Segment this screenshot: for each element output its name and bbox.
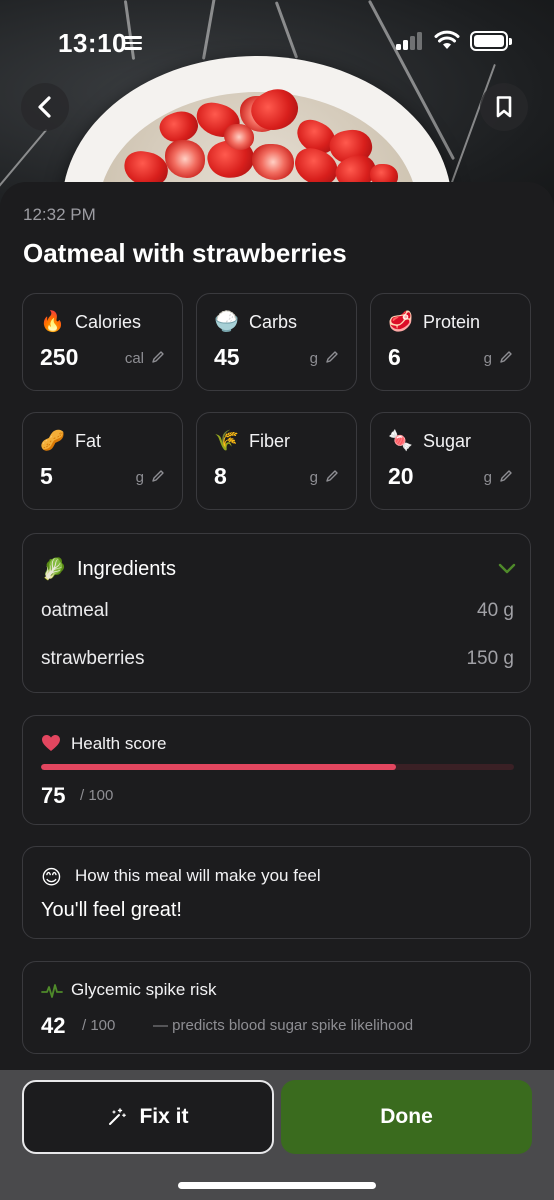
ingredient-row[interactable]: strawberries 150 g bbox=[41, 648, 514, 670]
fire-icon: 🔥 bbox=[40, 311, 65, 333]
bookmark-button[interactable] bbox=[480, 83, 528, 131]
focus-menu-icon bbox=[124, 36, 142, 50]
meal-title: Oatmeal with strawberries bbox=[23, 238, 347, 268]
health-score-card: Health score 75 / 100 bbox=[22, 715, 531, 825]
fat-card[interactable]: 🥜 Fat 5 g bbox=[22, 412, 183, 510]
nutrient-label: Carbs bbox=[249, 312, 298, 332]
nutrient-value: 20 bbox=[388, 463, 414, 489]
calories-card[interactable]: 🔥 Calories 250 cal bbox=[22, 293, 183, 391]
ingredients-card: 🥬 Ingredients oatmeal 40 g strawberries … bbox=[22, 533, 531, 693]
peanut-icon: 🥜 bbox=[40, 430, 65, 452]
done-button[interactable]: Done bbox=[281, 1080, 532, 1154]
chevron-left-icon bbox=[38, 96, 51, 118]
pulse-icon bbox=[41, 984, 63, 998]
pencil-icon[interactable] bbox=[325, 469, 339, 483]
rice-icon: 🍚 bbox=[214, 311, 239, 333]
nutrient-value: 45 bbox=[214, 344, 240, 370]
nutrient-unit: g bbox=[309, 469, 318, 486]
smiling-face-icon: 😊 bbox=[41, 867, 62, 889]
nutrient-label: Fat bbox=[75, 431, 102, 451]
carbs-card[interactable]: 🍚 Carbs 45 g bbox=[196, 293, 357, 391]
nutrient-value: 6 bbox=[388, 344, 401, 370]
pencil-icon[interactable] bbox=[151, 469, 165, 483]
protein-card[interactable]: 🥩 Protein 6 g bbox=[370, 293, 531, 391]
status-bar: 13:10 bbox=[0, 0, 554, 84]
battery-icon bbox=[470, 31, 512, 51]
nutrient-value: 250 bbox=[40, 344, 79, 370]
pencil-icon[interactable] bbox=[499, 469, 513, 483]
health-score-bar-fill bbox=[41, 764, 396, 770]
meal-time: 12:32 PM bbox=[23, 205, 96, 224]
nutrient-label: Fiber bbox=[249, 431, 291, 451]
ingredients-title: Ingredients bbox=[77, 558, 176, 580]
status-time: 13:10 bbox=[58, 28, 127, 58]
nutrient-unit: g bbox=[135, 469, 144, 486]
back-button[interactable] bbox=[21, 83, 69, 131]
glycemic-description: — predicts blood sugar spike likelihood bbox=[153, 1017, 414, 1034]
home-indicator[interactable] bbox=[178, 1182, 376, 1189]
cellular-signal-icon bbox=[396, 32, 424, 50]
nutrient-value: 8 bbox=[214, 463, 227, 489]
health-score-value: 75 bbox=[41, 783, 66, 808]
meal-feel-text: You'll feel great! bbox=[41, 899, 182, 921]
nutrient-label: Protein bbox=[423, 312, 481, 332]
nutrient-value: 5 bbox=[40, 463, 53, 489]
ingredient-name: strawberries bbox=[41, 648, 145, 669]
health-score-bar bbox=[41, 764, 514, 770]
meat-icon: 🥩 bbox=[388, 311, 413, 333]
fiber-card[interactable]: 🌾 Fiber 8 g bbox=[196, 412, 357, 510]
pencil-icon[interactable] bbox=[151, 350, 165, 364]
done-label: Done bbox=[380, 1105, 433, 1128]
nutrient-label: Sugar bbox=[423, 431, 472, 451]
magic-wand-icon bbox=[109, 1108, 127, 1125]
heart-icon bbox=[42, 735, 60, 751]
meal-feel-title: How this meal will make you feel bbox=[75, 866, 321, 885]
nutrient-unit: g bbox=[309, 350, 318, 367]
pencil-icon[interactable] bbox=[499, 350, 513, 364]
glycemic-value: 42 bbox=[41, 1013, 66, 1038]
wifi-icon bbox=[434, 30, 460, 49]
nutrient-unit: cal bbox=[124, 350, 144, 367]
fix-it-label: Fix it bbox=[139, 1105, 189, 1128]
nutrient-unit: g bbox=[483, 469, 492, 486]
wheat-icon: 🌾 bbox=[214, 430, 239, 452]
health-score-title: Health score bbox=[71, 734, 167, 753]
glycemic-max: / 100 bbox=[82, 1017, 116, 1034]
meal-feel-card: 😊 How this meal will make you feel You'l… bbox=[22, 846, 531, 939]
health-score-max: / 100 bbox=[80, 787, 114, 804]
sugar-card[interactable]: 🍬 Sugar 20 g bbox=[370, 412, 531, 510]
fix-it-button[interactable]: Fix it bbox=[22, 1080, 274, 1154]
nutrient-label: Calories bbox=[75, 312, 142, 332]
ingredient-amount: 150 g bbox=[466, 648, 514, 669]
glycemic-title: Glycemic spike risk bbox=[71, 980, 217, 999]
ingredient-amount: 40 g bbox=[477, 600, 514, 621]
bookmark-icon bbox=[496, 96, 512, 118]
nutrient-unit: g bbox=[483, 350, 492, 367]
pencil-icon[interactable] bbox=[325, 350, 339, 364]
glycemic-card: Glycemic spike risk 42 / 100 — predicts … bbox=[22, 961, 531, 1054]
candy-icon: 🍬 bbox=[388, 430, 413, 452]
leafy-green-icon: 🥬 bbox=[41, 558, 68, 581]
chevron-down-icon[interactable] bbox=[498, 562, 516, 574]
ingredient-row[interactable]: oatmeal 40 g bbox=[41, 600, 514, 622]
ingredient-name: oatmeal bbox=[41, 600, 109, 621]
